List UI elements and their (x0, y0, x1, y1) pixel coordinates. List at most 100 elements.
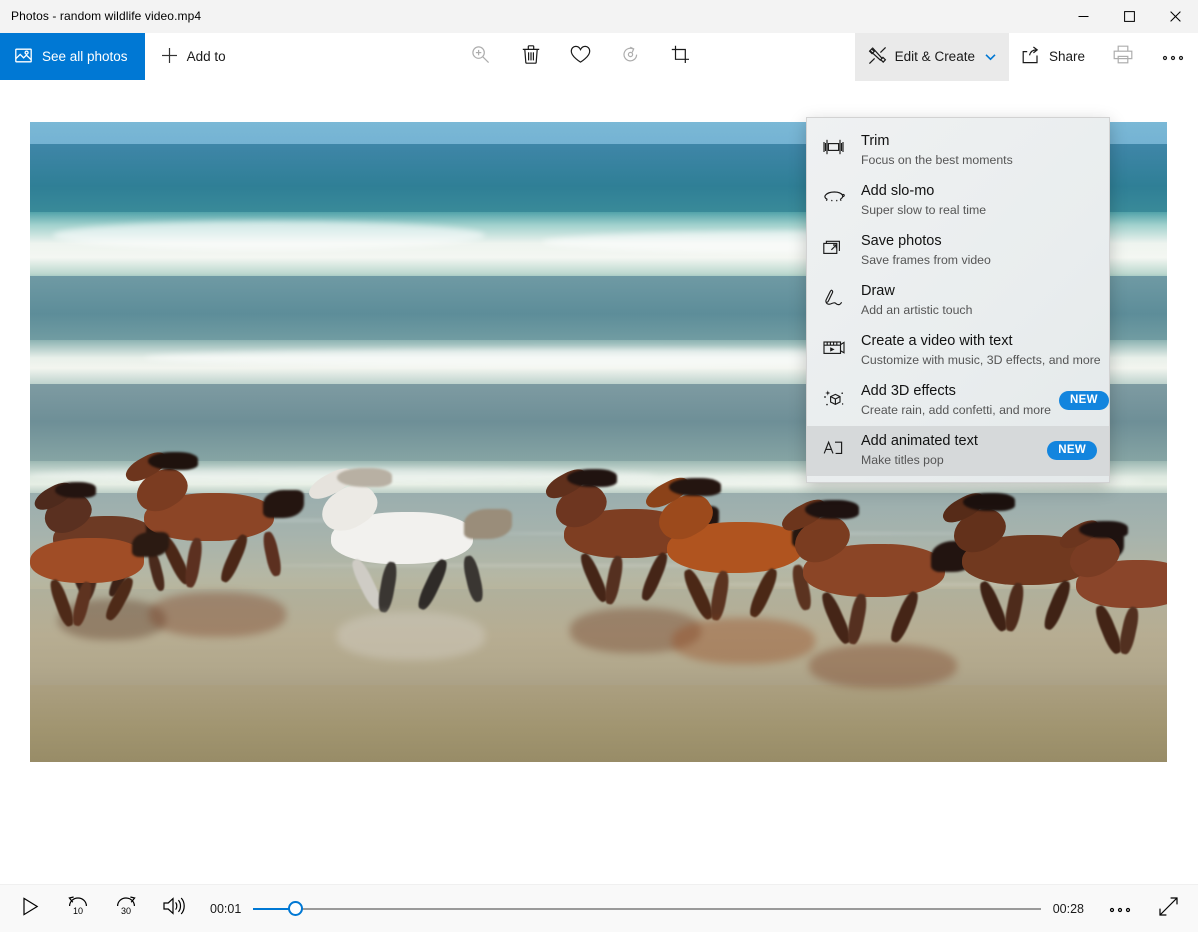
see-all-photos-label: See all photos (42, 49, 128, 64)
foam-streak (52, 221, 485, 250)
menu-item-text: Draw Add an artistic touch (853, 282, 1097, 319)
menu-item-title: Add 3D effects (861, 383, 956, 399)
rewind-10-icon: 10 (66, 895, 90, 922)
heart-icon (570, 45, 591, 69)
video-with-text-icon (823, 332, 853, 356)
menu-item-add-animated-text[interactable]: Add animated text Make titles pop NEW (807, 426, 1109, 476)
seek-thumb[interactable] (288, 901, 304, 916)
delete-icon (522, 44, 540, 69)
menu-item-subtitle: Add an artistic touch (861, 303, 973, 317)
chevron-down-icon (985, 49, 996, 64)
add-to-label: Add to (186, 49, 226, 64)
menu-item-subtitle: Create rain, add confetti, and more (861, 403, 1052, 417)
menu-item-draw[interactable]: Draw Add an artistic touch (807, 276, 1109, 326)
share-label: Share (1048, 49, 1085, 64)
menu-item-add-slo-mo[interactable]: Add slo-mo Super slow to real time (807, 176, 1109, 226)
delete-button[interactable] (506, 33, 556, 81)
fullscreen-button[interactable] (1144, 886, 1192, 932)
window-controls (1060, 0, 1198, 33)
edit-create-icon (868, 46, 887, 68)
volume-icon (162, 896, 186, 921)
video-sand-foreground (30, 685, 1167, 762)
command-bar-mid-spacer (706, 33, 855, 80)
playback-bar: 10 30 00:01 00:28 (0, 884, 1198, 932)
rotate-button[interactable] (606, 33, 656, 81)
save-photos-icon (823, 232, 853, 257)
zoom-in-button[interactable] (456, 33, 506, 81)
edit-and-create-button[interactable]: Edit & Create (854, 32, 1009, 81)
favorite-button[interactable] (556, 33, 606, 81)
menu-item-subtitle: Focus on the best moments (861, 153, 1013, 167)
trim-icon (823, 132, 853, 155)
menu-item-title: Create a video with text (861, 333, 1013, 349)
menu-item-text: Create a video with text Customize with … (853, 332, 1101, 369)
title-bar: Photos - random wildlife video.mp4 (0, 0, 1198, 33)
3d-effects-icon (823, 382, 853, 409)
see-all-photos-button[interactable]: See all photos (0, 33, 145, 80)
menu-item-title: Add slo-mo (861, 183, 935, 199)
play-button[interactable] (6, 886, 54, 932)
print-icon (1113, 45, 1133, 69)
new-badge: NEW (1059, 391, 1109, 410)
zoom-in-icon (471, 45, 490, 69)
plus-icon (161, 47, 178, 67)
new-badge: NEW (1047, 441, 1097, 460)
play-icon (22, 896, 39, 921)
print-button[interactable] (1098, 33, 1148, 81)
see-more-button[interactable] (1148, 33, 1198, 81)
share-icon (1022, 46, 1041, 67)
menu-item-subtitle: Super slow to real time (861, 203, 987, 217)
photos-gallery-icon (15, 48, 32, 66)
seek-track (253, 907, 1041, 910)
close-button[interactable] (1152, 0, 1198, 33)
menu-item-title: Draw (861, 283, 895, 299)
crop-icon (671, 45, 690, 69)
menu-item-text: Trim Focus on the best moments (853, 132, 1097, 169)
ellipsis-icon (1162, 48, 1184, 66)
rotate-icon (621, 45, 640, 69)
playback-more-options-button[interactable] (1096, 886, 1144, 932)
menu-item-title: Trim (861, 133, 890, 149)
duration-label: 00:28 (1052, 901, 1084, 916)
current-time-label: 00:01 (210, 901, 242, 916)
menu-item-text: Add animated text Make titles pop (853, 432, 1039, 469)
edit-and-create-menu: Trim Focus on the best moments Add slo-m… (806, 117, 1110, 483)
maximize-button[interactable] (1106, 0, 1152, 33)
command-bar-left-spacer (242, 33, 456, 80)
menu-item-title: Save photos (861, 233, 942, 249)
command-bar-right-group: Edit & Create Share (854, 32, 1198, 81)
playback-right-group (1096, 886, 1192, 932)
menu-item-subtitle: Save frames from video (861, 253, 991, 267)
add-to-button[interactable]: Add to (145, 33, 242, 80)
menu-item-create-a-video-with-text[interactable]: Create a video with text Customize with … (807, 326, 1109, 376)
menu-item-title: Add animated text (861, 433, 978, 449)
command-bar-center-group (456, 33, 706, 80)
menu-item-add-3d-effects[interactable]: Add 3D effects Create rain, add confetti… (807, 376, 1109, 426)
svg-text:30: 30 (121, 906, 131, 916)
edit-and-create-label: Edit & Create (894, 49, 975, 64)
crop-button[interactable] (656, 33, 706, 81)
forward-30-button[interactable]: 30 (102, 886, 150, 932)
fullscreen-icon (1158, 896, 1179, 922)
menu-item-text: Add 3D effects Create rain, add confetti… (853, 382, 1051, 419)
share-button[interactable]: Share (1009, 33, 1098, 81)
draw-pen-icon (823, 282, 853, 308)
menu-item-text: Save photos Save frames from video (853, 232, 1097, 269)
volume-button[interactable] (150, 886, 198, 932)
menu-item-subtitle: Make titles pop (861, 453, 944, 467)
animated-text-icon (823, 432, 853, 457)
rewind-10-button[interactable]: 10 (54, 886, 102, 932)
minimize-button[interactable] (1060, 0, 1106, 33)
svg-text:10: 10 (73, 906, 83, 916)
menu-item-trim[interactable]: Trim Focus on the best moments (807, 126, 1109, 176)
command-bar: See all photos Add to Edit & Create Shar… (0, 32, 1198, 81)
menu-item-text: Add slo-mo Super slow to real time (853, 182, 1097, 219)
menu-item-subtitle: Customize with music, 3D effects, and mo… (861, 353, 1101, 367)
content-area: Trim Focus on the best moments Add slo-m… (0, 81, 1198, 884)
turtle-slomo-icon (823, 182, 853, 202)
seek-slider[interactable] (253, 886, 1041, 932)
forward-30-icon: 30 (114, 895, 138, 922)
menu-item-save-photos[interactable]: Save photos Save frames from video (807, 226, 1109, 276)
ellipsis-icon (1109, 900, 1131, 918)
window-title: Photos - random wildlife video.mp4 (11, 9, 202, 23)
